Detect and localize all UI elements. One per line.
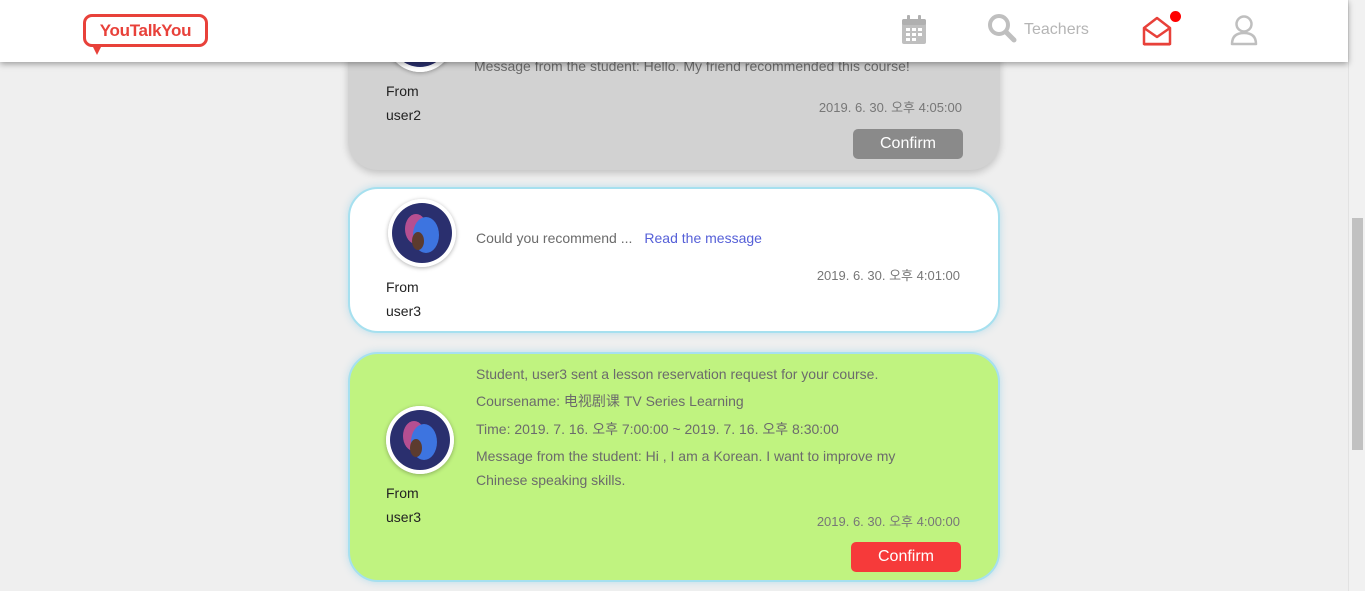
avatar [386,406,454,474]
mail-icon[interactable] [1141,14,1173,52]
avatar [388,199,456,267]
teachers-label: Teachers [1024,21,1089,38]
from-label: From [386,83,419,99]
from-label: From [386,485,419,501]
logo-tail [92,45,102,55]
message-preview-text: Could you recommend ... [476,230,633,246]
top-header: YouTalkYou Teachers [0,0,1348,62]
request-line-message: Message from the student: Hi , I am a Ko… [476,448,896,464]
from-user: user3 [386,509,422,525]
read-message-link[interactable]: Read the message [644,230,762,246]
search-icon [986,12,1018,48]
message-preview: Could you recommend ... Read the message [476,226,762,250]
request-line-message-cont: Chinese speaking skills. [476,472,626,488]
request-line-student: Student, user3 sent a lesson reservation… [476,366,879,382]
request-line-time: Time: 2019. 7. 16. 오후 7:00:00 ~ 2019. 7.… [476,421,839,437]
notification-dot [1170,11,1181,22]
from-label: From [386,279,419,295]
logo[interactable]: YouTalkYou [83,14,208,55]
message-timestamp: 2019. 6. 30. 오후 4:01:00 [816,268,960,283]
user-icon[interactable] [1229,14,1259,50]
from-user: user2 [386,107,422,123]
message-card-unread[interactable]: Could you recommend ... Read the message … [348,187,1000,333]
confirm-button[interactable]: Confirm [851,542,961,572]
confirm-button[interactable]: Confirm [853,129,963,159]
logo-text: YouTalkYou [99,21,192,40]
request-line-course: Coursename: 电视剧课 TV Series Learning [476,393,744,409]
from-user: user3 [386,303,422,319]
scrollbar-thumb[interactable] [1352,218,1363,450]
message-card-request: Student, user3 sent a lesson reservation… [348,352,1000,582]
message-timestamp: 2019. 6. 30. 오후 4:00:00 [816,514,960,529]
page-scrollbar[interactable] [1348,0,1365,591]
message-timestamp: 2019. 6. 30. 오후 4:05:00 [818,100,962,115]
calendar-icon[interactable] [900,14,928,50]
nav-teachers[interactable]: Teachers [986,14,1089,46]
